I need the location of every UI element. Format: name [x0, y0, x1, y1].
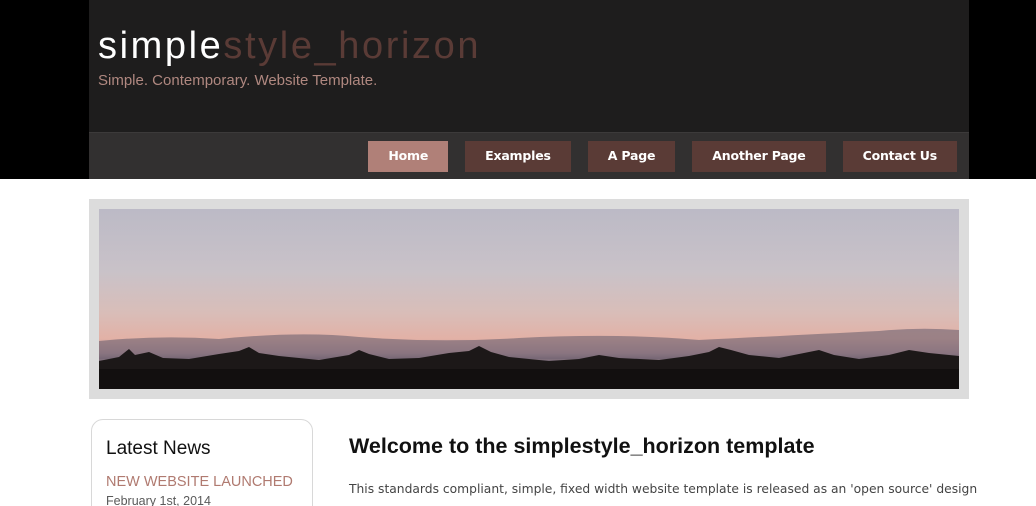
sidebar-news-box: Latest News NEW WEBSITE LAUNCHED Februar… [91, 419, 313, 506]
nav-item-another-page: Another Page [692, 141, 826, 172]
intro-paragraph: This standards compliant, simple, fixed … [349, 482, 978, 496]
site-slogan: Simple. Contemporary. Website Template. [98, 72, 378, 89]
nav-link-another-page[interactable]: Another Page [692, 141, 826, 172]
nav-item-home: Home [368, 141, 449, 172]
main-nav: Home Examples A Page Another Page Contac… [368, 141, 957, 172]
news-item-title: NEW WEBSITE LAUNCHED [106, 474, 293, 490]
nav-item-examples: Examples [465, 141, 571, 172]
header: simplestyle_horizon Simple. Contemporary… [89, 0, 969, 179]
menu-bar: Home Examples A Page Another Page Contac… [89, 132, 969, 179]
logo-text-secondary: style_horizon [223, 25, 482, 67]
site-logo[interactable]: simplestyle_horizon [98, 26, 481, 66]
nav-link-contact-us[interactable]: Contact Us [842, 141, 957, 172]
sunset-horizon-image [99, 209, 959, 389]
logo-text-primary: simple [98, 25, 224, 67]
header-band: simplestyle_horizon Simple. Contemporary… [0, 0, 1036, 179]
banner-frame [89, 199, 969, 399]
nav-link-examples[interactable]: Examples [465, 141, 571, 172]
sidebar-heading: Latest News [106, 438, 211, 459]
page-title: Welcome to the simplestyle_horizon templ… [349, 434, 815, 458]
banner-image [99, 209, 959, 389]
news-item-date: February 1st, 2014 [106, 494, 211, 506]
nav-item-contact-us: Contact Us [842, 141, 957, 172]
nav-link-home[interactable]: Home [368, 141, 449, 172]
nav-item-a-page: A Page [587, 141, 676, 172]
nav-link-a-page[interactable]: A Page [587, 141, 676, 172]
